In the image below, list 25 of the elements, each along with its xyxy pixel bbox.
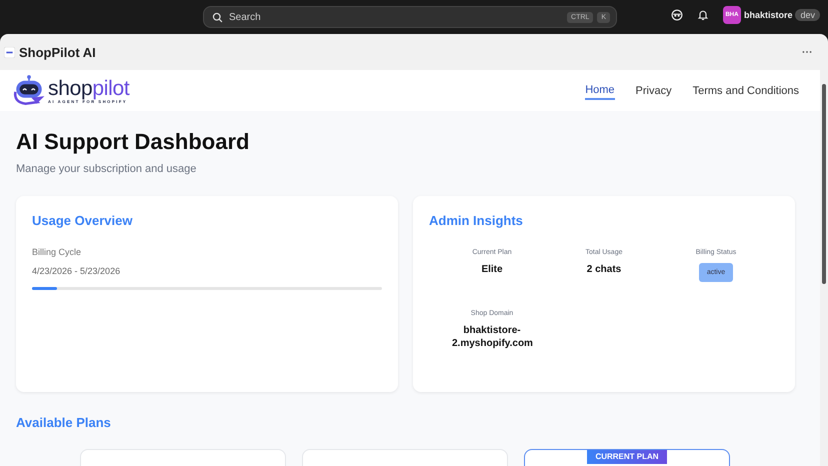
billing-dates: 4/23/2026 - 5/23/2026 [32,266,122,276]
dev-badge: dev [795,9,820,21]
page-subtitle: Manage your subscription and usage [16,163,198,175]
search-field[interactable]: Search [227,8,564,26]
robot-icon [12,74,46,108]
nav-link[interactable]: Privacy [636,82,672,98]
logo-wordmark: shoppilot [48,78,130,98]
more-icon[interactable] [802,50,812,54]
scroll-thumb[interactable] [822,84,826,284]
card-title: Admin Insights [429,213,524,228]
nav-link[interactable]: Terms and Conditions [692,82,799,98]
bell-icon[interactable] [696,9,709,21]
stat-value: 2 chats [586,263,622,276]
incognito-icon[interactable] [670,9,683,21]
user-name: bhaktistore [744,10,792,20]
billing-label: Billing Cycle [32,247,82,257]
page-title: AI Support Dashboard [16,129,250,155]
nav-link[interactable]: Home [585,82,615,100]
section-title: Available Plans [16,415,112,430]
stat-value: Elite [480,263,504,276]
current-plan-badge: CURRENT PLAN [587,450,667,464]
card-title: Usage Overview [32,213,134,228]
search-icon[interactable] [212,12,223,22]
stat-value: bhaktistore-2.myshopify.com [452,324,532,350]
app-title: ShopPilot AI [19,44,96,60]
